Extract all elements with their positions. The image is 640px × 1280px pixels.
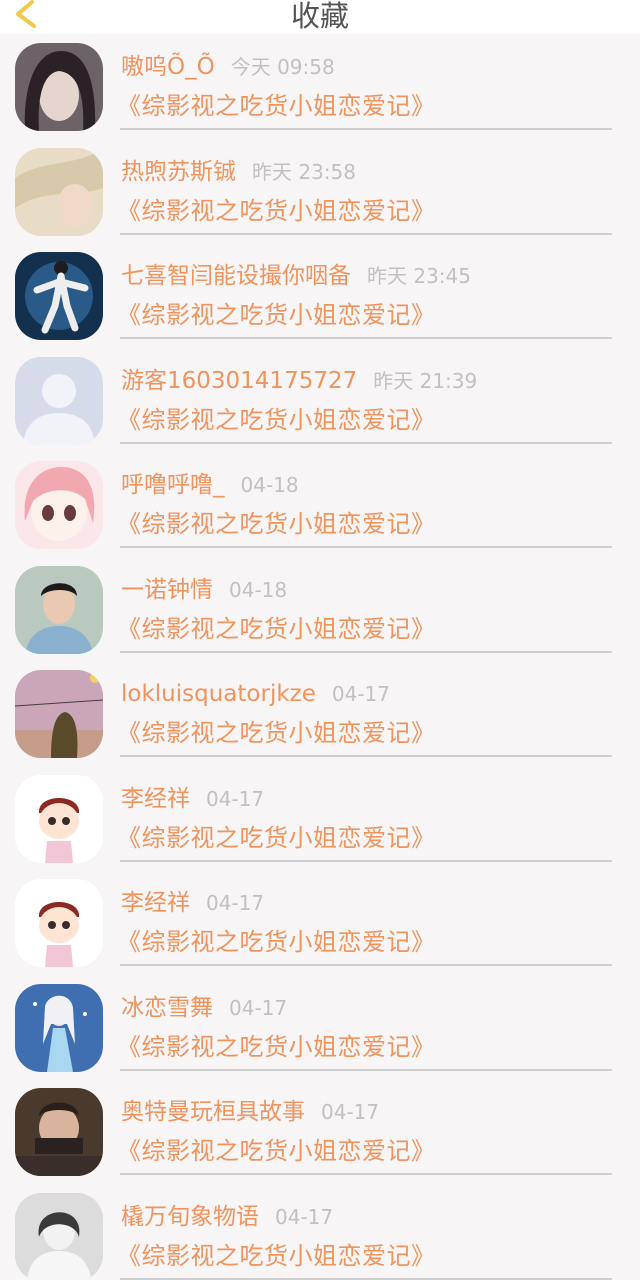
book-title[interactable]: 《综影视之吃货小姐恋爱记》 (117, 195, 436, 227)
avatar[interactable] (15, 1192, 103, 1280)
book-title[interactable]: 《综影视之吃货小姐恋爱记》 (117, 926, 436, 958)
book-title[interactable]: 《综影视之吃货小姐恋爱记》 (117, 90, 436, 122)
name-row: 呼噜呼噜_ 04-18 (121, 470, 299, 500)
avatar[interactable] (15, 252, 103, 340)
divider (120, 337, 612, 339)
list-item[interactable]: 热煦苏斯铖 昨天 23:58 《综影视之吃货小姐恋爱记》 (0, 139, 640, 244)
divider (120, 1173, 612, 1175)
list-item[interactable]: 冰恋雪舞 04-17 《综影视之吃货小姐恋爱记》 (0, 975, 640, 1080)
name-row: 冰恋雪舞 04-17 (121, 993, 287, 1023)
user-name[interactable]: 呼噜呼噜_ (121, 472, 225, 498)
divider (120, 128, 612, 130)
divider (120, 964, 612, 966)
name-row: 七喜智闫能设撮你咽备 昨天 23:45 (121, 261, 471, 291)
timestamp: 04-17 (331, 682, 390, 706)
user-name[interactable]: 奥特曼玩桓具故事 (121, 1099, 305, 1125)
name-row: 李经祥 04-17 (121, 888, 264, 918)
timestamp: 04-18 (240, 473, 299, 497)
book-title[interactable]: 《综影视之吃货小姐恋爱记》 (117, 1031, 436, 1063)
list-item[interactable]: 李经祥 04-17 《综影视之吃货小姐恋爱记》 (0, 766, 640, 871)
divider (120, 859, 612, 862)
timestamp: 04-17 (275, 1204, 334, 1229)
list-item[interactable]: 嗷呜Õ_Õ 今天 09:58 《综影视之吃货小姐恋爱记》 (0, 34, 640, 139)
book-title[interactable]: 《综影视之吃货小姐恋爱记》 (117, 1135, 436, 1167)
book-title[interactable]: 《综影视之吃货小姐恋爱记》 (117, 508, 436, 540)
divider (120, 1277, 612, 1280)
timestamp: 04-18 (229, 577, 288, 602)
book-title[interactable]: 《综影视之吃货小姐恋爱记》 (117, 299, 436, 331)
name-row: 李经祥 04-17 (121, 784, 264, 814)
name-row: 奥特曼玩桓具故事 04-17 (121, 1097, 379, 1127)
book-title[interactable]: 《综影视之吃货小姐恋爱记》 (117, 404, 436, 436)
name-row: 游客1603014175727 昨天 21:39 (121, 366, 477, 396)
timestamp: 04-17 (206, 786, 265, 811)
user-name[interactable]: 一诺钟情 (121, 577, 213, 603)
name-row: lokluisquatorjkze 04-17 (121, 679, 390, 709)
avatar[interactable] (15, 356, 103, 445)
name-row: 热煦苏斯铖 昨天 23:58 (121, 157, 356, 187)
divider (120, 546, 612, 548)
user-name[interactable]: 冰恋雪舞 (121, 995, 213, 1021)
list-item[interactable]: 李经祥 04-17 《综影视之吃货小姐恋爱记》 (0, 870, 640, 975)
avatar[interactable] (15, 43, 103, 131)
book-title[interactable]: 《综影视之吃货小姐恋爱记》 (117, 822, 436, 854)
avatar[interactable] (15, 1088, 103, 1176)
book-title[interactable]: 《综影视之吃货小姐恋爱记》 (117, 717, 436, 749)
avatar[interactable] (15, 461, 103, 549)
avatar[interactable] (15, 565, 103, 654)
timestamp: 昨天 23:45 (367, 264, 471, 288)
user-name[interactable]: 李经祥 (121, 786, 190, 812)
list-item[interactable]: 七喜智闫能设撮你咽备 昨天 23:45 《综影视之吃货小姐恋爱记》 (0, 243, 640, 348)
list-item[interactable]: lokluisquatorjkze 04-17 《综影视之吃货小姐恋爱记》 (0, 661, 640, 766)
user-name[interactable]: 游客1603014175727 (121, 368, 357, 394)
avatar[interactable] (15, 983, 103, 1072)
divider (120, 650, 612, 653)
divider (120, 232, 612, 235)
avatar[interactable] (15, 670, 103, 758)
user-name[interactable]: 橇万旬象物语 (121, 1204, 259, 1230)
avatar[interactable] (15, 147, 103, 236)
divider (120, 441, 612, 444)
timestamp: 今天 09:58 (230, 55, 335, 79)
divider (120, 755, 612, 757)
user-name[interactable]: 七喜智闫能设撮你咽备 (121, 263, 351, 289)
page-title: 收藏 (290, 0, 349, 33)
list-item[interactable]: 一诺钟情 04-18 《综影视之吃货小姐恋爱记》 (0, 557, 640, 662)
user-name[interactable]: 嗷呜Õ_Õ (121, 54, 215, 80)
list-item[interactable]: 呼噜呼噜_ 04-18 《综影视之吃货小姐恋爱记》 (0, 452, 640, 557)
book-title[interactable]: 《综影视之吃货小姐恋爱记》 (117, 613, 436, 645)
avatar[interactable] (15, 774, 103, 863)
nav-bar: 收藏 (0, 0, 640, 34)
list-item[interactable]: 奥特曼玩桓具故事 04-17 《综影视之吃货小姐恋爱记》 (0, 1079, 640, 1184)
user-name[interactable]: 热煦苏斯铖 (121, 159, 236, 185)
timestamp: 昨天 21:39 (373, 368, 478, 393)
user-name[interactable]: 李经祥 (121, 890, 190, 916)
list-item[interactable]: 游客1603014175727 昨天 21:39 《综影视之吃货小姐恋爱记》 (0, 348, 640, 453)
avatar[interactable] (15, 879, 103, 967)
timestamp: 昨天 23:58 (252, 159, 356, 184)
favorites-list: 嗷呜Õ_Õ 今天 09:58 《综影视之吃货小姐恋爱记》 热煦苏斯铖 昨天 23:58… (0, 34, 640, 1280)
book-title[interactable]: 《综影视之吃货小姐恋爱记》 (117, 1240, 436, 1272)
user-name[interactable]: lokluisquatorjkze (121, 681, 316, 707)
name-row: 一诺钟情 04-18 (121, 575, 287, 605)
timestamp: 04-17 (206, 891, 265, 915)
list-item[interactable]: 橇万旬象物语 04-17 《综影视之吃货小姐恋爱记》 (0, 1184, 640, 1280)
divider (120, 1068, 612, 1071)
name-row: 嗷呜Õ_Õ 今天 09:58 (121, 52, 335, 82)
timestamp: 04-17 (321, 1100, 380, 1124)
name-row: 橇万旬象物语 04-17 (121, 1202, 333, 1232)
timestamp: 04-17 (229, 995, 288, 1020)
